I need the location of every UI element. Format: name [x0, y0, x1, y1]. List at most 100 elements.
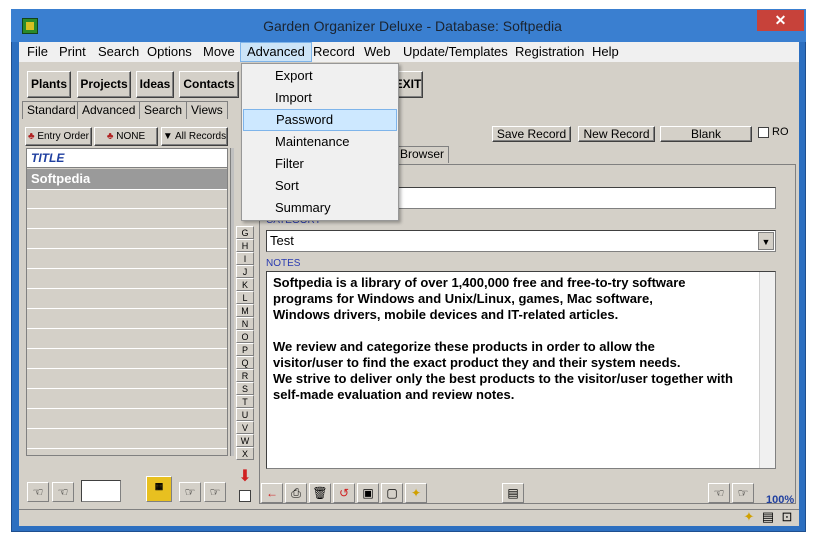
- menu-registration[interactable]: Registration: [509, 42, 590, 62]
- printer-icon[interactable]: ⎙: [285, 483, 307, 503]
- bulb-icon[interactable]: ✦: [741, 509, 757, 525]
- ideas-button[interactable]: Ideas: [136, 71, 174, 98]
- menu-move[interactable]: Move: [197, 42, 241, 62]
- close-button[interactable]: ✕: [757, 10, 804, 31]
- tab-standard[interactable]: Standard: [22, 101, 81, 119]
- tab-views[interactable]: Views: [186, 101, 228, 119]
- save-record-button[interactable]: Save Record: [492, 126, 571, 142]
- menu-item-password[interactable]: Password: [243, 109, 397, 131]
- letter-s[interactable]: S: [236, 382, 254, 395]
- plants-button[interactable]: Plants: [27, 71, 71, 98]
- list-item[interactable]: [27, 250, 227, 269]
- list-item-selected[interactable]: Softpedia: [27, 169, 227, 190]
- window-title: Garden Organizer Deluxe - Database: Soft…: [263, 18, 562, 34]
- menu-item-summary[interactable]: Summary: [243, 197, 397, 219]
- letter-x[interactable]: X: [236, 447, 254, 460]
- record-number-field[interactable]: [81, 480, 121, 502]
- menu-item-export[interactable]: Export: [243, 65, 397, 87]
- list-item[interactable]: [27, 390, 227, 409]
- letter-j[interactable]: J: [236, 265, 254, 278]
- letter-u[interactable]: U: [236, 408, 254, 421]
- letter-v[interactable]: V: [236, 421, 254, 434]
- list-item[interactable]: [27, 270, 227, 289]
- letter-k[interactable]: K: [236, 278, 254, 291]
- tab-advanced[interactable]: Advanced: [77, 101, 141, 119]
- list-item[interactable]: [27, 330, 227, 349]
- arrow-left-icon[interactable]: ←: [261, 483, 283, 503]
- letter-h[interactable]: H: [236, 239, 254, 252]
- category-select[interactable]: Test ▼: [266, 230, 776, 252]
- list-item[interactable]: [27, 290, 227, 309]
- letter-l[interactable]: L: [236, 291, 254, 304]
- image-icon[interactable]: ▢: [381, 483, 403, 503]
- chevron-down-icon[interactable]: ▼: [758, 232, 774, 250]
- zoom-level: 100%: [766, 494, 795, 506]
- menu-item-filter[interactable]: Filter: [243, 153, 397, 175]
- sort-none-button[interactable]: ♣ NONE: [94, 127, 158, 146]
- menu-help[interactable]: Help: [586, 42, 625, 62]
- projects-button[interactable]: Projects: [77, 71, 131, 98]
- menu-record[interactable]: Record: [307, 42, 361, 62]
- category-value: Test: [270, 233, 294, 248]
- blank-button[interactable]: Blank: [660, 126, 752, 142]
- hand-icon[interactable]: ☞: [179, 482, 201, 502]
- list-item[interactable]: [27, 310, 227, 329]
- tab-search[interactable]: Search: [139, 101, 188, 119]
- menu-advanced[interactable]: Advanced: [240, 42, 312, 62]
- menu-search[interactable]: Search: [92, 42, 145, 62]
- filter-icon: ▼: [162, 131, 175, 142]
- letter-t[interactable]: T: [236, 395, 254, 408]
- letter-g[interactable]: G: [236, 226, 254, 239]
- hand-icon[interactable]: ☜: [27, 482, 49, 502]
- read-only-checkbox[interactable]: [758, 127, 769, 138]
- read-only-label: RO: [772, 126, 789, 138]
- hand-icon[interactable]: ☜: [52, 482, 74, 502]
- list-scrollbar[interactable]: [230, 148, 234, 456]
- menu-print[interactable]: Print: [53, 42, 92, 62]
- record-icon[interactable]: ▤: [502, 483, 524, 503]
- record-list: TITLE Softpedia: [26, 148, 228, 456]
- contacts-button[interactable]: Contacts: [179, 71, 239, 98]
- hand-icon[interactable]: ☜: [708, 483, 730, 503]
- letter-n[interactable]: N: [236, 317, 254, 330]
- notes-scrollbar[interactable]: [759, 272, 775, 468]
- hand-icon[interactable]: ☞: [204, 482, 226, 502]
- letter-w[interactable]: W: [236, 434, 254, 447]
- menu-item-import[interactable]: Import: [243, 87, 397, 109]
- list-item[interactable]: [27, 410, 227, 429]
- letter-p[interactable]: P: [236, 343, 254, 356]
- trash-icon[interactable]: 🗑: [309, 483, 331, 503]
- menu-item-maintenance[interactable]: Maintenance: [243, 131, 397, 153]
- index-checkbox[interactable]: [239, 490, 251, 502]
- list-item[interactable]: [27, 350, 227, 369]
- letter-m[interactable]: M: [236, 304, 254, 317]
- list-item[interactable]: [27, 370, 227, 389]
- undo-icon[interactable]: ↺: [333, 483, 355, 503]
- all-records-button[interactable]: ▼ All Records: [161, 127, 228, 146]
- menu-file[interactable]: File: [21, 42, 54, 62]
- letter-o[interactable]: O: [236, 330, 254, 343]
- list-item[interactable]: [27, 210, 227, 229]
- tab-browser[interactable]: Browser: [395, 146, 450, 163]
- arrow-down-icon[interactable]: ⬇: [238, 466, 252, 486]
- bulb-icon[interactable]: ✦: [405, 483, 427, 503]
- image-icon[interactable]: ▣: [357, 483, 379, 503]
- menu-options[interactable]: Options: [141, 42, 198, 62]
- pages-icon[interactable]: ▤: [760, 509, 776, 525]
- list-item[interactable]: [27, 190, 227, 209]
- menu-update-templates[interactable]: Update/Templates: [397, 42, 514, 62]
- menu-web[interactable]: Web: [358, 42, 397, 62]
- list-item[interactable]: [27, 230, 227, 249]
- advanced-menu: Export Import Password Maintenance Filte…: [241, 63, 399, 221]
- new-record-button[interactable]: New Record: [578, 126, 655, 142]
- list-item[interactable]: [27, 430, 227, 449]
- letter-i[interactable]: I: [236, 252, 254, 265]
- espc-icon[interactable]: ▦: [146, 476, 172, 502]
- sort-entry-order-button[interactable]: ♣ Entry Order: [25, 127, 92, 146]
- lock-icon[interactable]: ⊡: [779, 509, 795, 525]
- menu-item-sort[interactable]: Sort: [243, 175, 397, 197]
- hand-icon[interactable]: ☞: [732, 483, 754, 503]
- letter-q[interactable]: Q: [236, 356, 254, 369]
- letter-r[interactable]: R: [236, 369, 254, 382]
- people-icon: ♣: [27, 131, 38, 142]
